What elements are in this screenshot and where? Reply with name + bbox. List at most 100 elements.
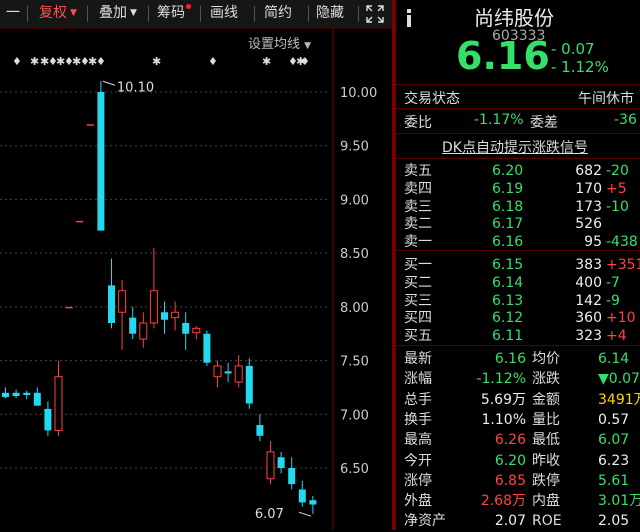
candle: [2, 387, 9, 399]
bid-row[interactable]: 买二 6.14 400 -7: [396, 275, 640, 292]
bid-row[interactable]: 买四 6.12 360 +10: [396, 310, 640, 327]
candle-body: [224, 371, 232, 374]
y-tick-label: 6.50: [340, 462, 369, 477]
expand-icon[interactable]: [364, 3, 386, 25]
ask-price: 6.20: [492, 163, 524, 179]
stats-row: 最新 6.16 均价 6.14: [396, 349, 640, 370]
stat-label: 涨跌: [532, 371, 560, 388]
stat-value: 0.57: [598, 411, 630, 428]
candle-body: [118, 290, 127, 313]
bid-row[interactable]: 买一 6.15 383 +351: [396, 257, 640, 274]
candle: [129, 306, 137, 340]
candle-body: [192, 327, 201, 334]
ask-row[interactable]: 卖三 6.18 173 -10: [396, 199, 640, 216]
divider: [396, 250, 640, 251]
bid-price: 6.15: [492, 257, 524, 273]
stat-value: 3.01万: [598, 493, 640, 510]
candle: [33, 387, 41, 406]
y-tick-label: 7.50: [340, 355, 369, 370]
ask-row[interactable]: 卖一 6.16 95 -438: [396, 234, 640, 251]
ask-row[interactable]: 卖四 6.19 170 +5: [396, 181, 640, 198]
stat-label: ROE: [532, 513, 562, 530]
candle: [245, 358, 253, 409]
stat-value: 5.69万: [480, 391, 526, 408]
y-tick-label: 9.50: [340, 140, 369, 155]
minus-button[interactable]: 一: [4, 0, 22, 28]
candle: [161, 301, 168, 334]
candle-body: [54, 376, 63, 431]
candle: [108, 258, 115, 329]
candle-body: [266, 451, 275, 480]
stat-label: 内盘: [532, 493, 560, 510]
bid-label: 买一: [404, 257, 432, 273]
high-marker-arrow: [102, 80, 116, 86]
bid-row[interactable]: 买三 6.13 142 -9: [396, 293, 640, 310]
kline-chart[interactable]: 10.00 9.50 9.00 8.50 8.00 7.50 7.00 6.50 10.10 6.…: [0, 29, 392, 530]
toolbar-divider: [200, 6, 201, 22]
candle: [86, 124, 94, 126]
stat-label: 涨幅: [404, 371, 432, 388]
candle: [23, 390, 31, 400]
ask-row[interactable]: 卖二 6.17 526: [396, 216, 640, 233]
bid-price: 6.14: [492, 274, 524, 291]
candle: [97, 81, 105, 231]
ask-volume: 682: [575, 163, 602, 179]
hide-button[interactable]: 隐藏: [312, 0, 348, 28]
toolbar-divider: [308, 6, 309, 22]
candle: [256, 414, 264, 442]
candle-body: [298, 489, 306, 503]
stat-value: 2.07: [494, 513, 526, 530]
stat-value: 2.05: [598, 513, 630, 530]
bid-volume: 360: [575, 310, 602, 327]
ask-change: -10: [606, 198, 629, 215]
candle-body: [171, 311, 180, 319]
stat-value: 6.23: [598, 452, 630, 469]
candle: [288, 457, 296, 490]
stat-value: 3491万: [598, 391, 640, 408]
ask-change: +5: [606, 180, 627, 197]
candle-body: [108, 285, 115, 323]
ask-volume: 95: [584, 234, 602, 251]
high-marker-label: 10.10: [117, 80, 154, 95]
candle: [192, 326, 201, 340]
quote-panel: 尚纬股份 603333 6.16 - 0.07 - 1.12% 交易状态 午间休…: [396, 0, 640, 530]
chart-toolbar: 一 复权 ▼ 叠加 ▼ 筹码 画线 简约 隐藏: [0, 0, 392, 29]
low-marker-label: 6.07: [255, 507, 284, 522]
ask-price: 6.19: [492, 180, 524, 197]
stat-label: 最新: [404, 351, 432, 367]
dk-signal-link[interactable]: DK点自动提示涨跌信号: [442, 137, 588, 157]
bid-label: 买五: [404, 328, 432, 345]
stat-label: 净资产: [404, 513, 446, 530]
divider: [396, 345, 640, 346]
bid-row[interactable]: 买五 6.11 323 +4: [396, 328, 640, 345]
ask-volume: 170: [575, 180, 602, 197]
stat-label: 换手: [404, 411, 432, 428]
ask-price: 6.17: [492, 216, 524, 233]
candle-body: [23, 392, 31, 395]
stat-label: 均价: [532, 351, 560, 367]
simple-mode-button[interactable]: 简约: [259, 0, 297, 28]
ask-row[interactable]: 卖五 6.20 682 -20: [396, 163, 640, 180]
candle: [266, 441, 275, 485]
stat-label: 昨收: [532, 452, 560, 469]
overlay-button[interactable]: 叠加 ▼: [92, 0, 144, 28]
stat-value: ▼0.07: [598, 371, 640, 388]
bid-volume: 383: [575, 257, 602, 273]
bid-change: +10: [606, 310, 636, 327]
draw-line-button[interactable]: 画线: [205, 0, 243, 28]
stats-row: 今开 6.20 昨收 6.23: [396, 451, 640, 472]
bid-price: 6.11: [492, 328, 524, 345]
y-tick-label: 7.00: [340, 408, 369, 423]
info-icon[interactable]: [402, 8, 416, 28]
bid-volume: 400: [575, 274, 602, 291]
stat-label: 跌停: [532, 472, 560, 489]
bid-change: -9: [606, 292, 620, 309]
ask-volume: 173: [575, 198, 602, 215]
chips-button[interactable]: 筹码: [153, 0, 195, 28]
candle-body: [234, 365, 243, 383]
candle: [182, 312, 190, 350]
stats-row: 涨停 6.85 跌停 5.61: [396, 471, 640, 492]
weibi-label: 委比: [404, 115, 432, 131]
adjust-rights-button[interactable]: 复权 ▼: [32, 0, 84, 28]
bid-change: -7: [606, 274, 620, 291]
